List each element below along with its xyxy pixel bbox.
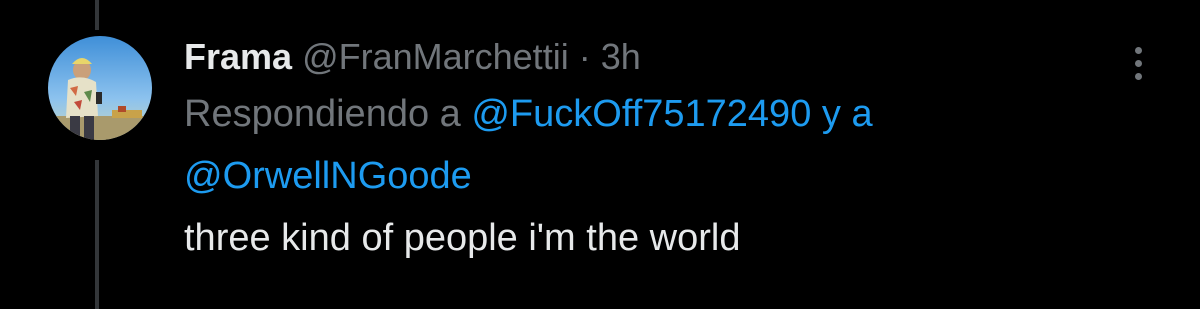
mention-link-2[interactable]: @OrwellNGoode xyxy=(184,155,472,197)
more-dot xyxy=(1134,72,1142,80)
separator-dot: · xyxy=(578,36,591,77)
replying-to: Respondiendo a @FuckOff75172490 y a @Orw… xyxy=(184,83,1084,207)
tweet-body: Frama @FranMarchettii · 3h Respondiendo … xyxy=(184,34,1084,269)
mention-link-1[interactable]: @FuckOff75172490 xyxy=(471,93,811,135)
tweet-header: Frama @FranMarchettii · 3h xyxy=(184,34,1084,80)
reply-connector: y a xyxy=(821,93,873,135)
more-dot xyxy=(1134,59,1142,67)
avatar[interactable] xyxy=(48,36,152,140)
display-name[interactable]: Frama xyxy=(184,36,292,77)
timestamp[interactable]: 3h xyxy=(601,36,641,77)
more-options-icon[interactable] xyxy=(1124,38,1152,88)
replying-to-label: Respondiendo a xyxy=(184,93,461,135)
thread-connector-top xyxy=(95,0,99,30)
tweet-text: three kind of people i'm the world xyxy=(184,217,741,259)
user-handle[interactable]: @FranMarchettii xyxy=(302,36,569,77)
thread-connector-bottom xyxy=(95,160,99,309)
more-dot xyxy=(1134,46,1142,54)
avatar-photo-icon xyxy=(48,36,152,140)
